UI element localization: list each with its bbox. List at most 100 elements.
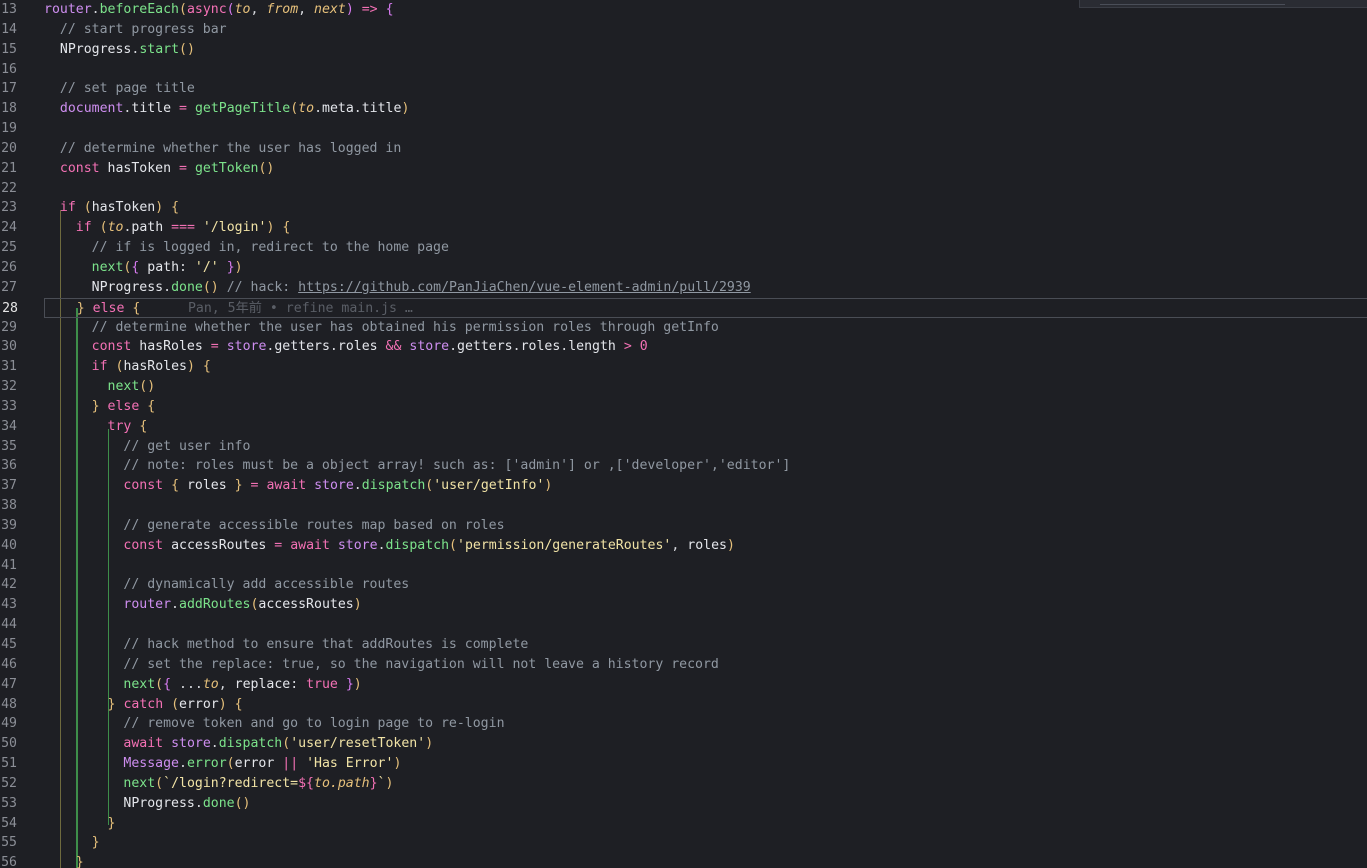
line-number: 41 (1, 557, 17, 573)
code-line[interactable]: 39 // generate accessible routes map bas… (0, 516, 1367, 536)
line-number: 44 (1, 617, 17, 633)
code-line[interactable]: 53 NProgress.done() (0, 794, 1367, 814)
line-text: router.beforeEach(async(to, from, next) … (44, 2, 394, 17)
code-line[interactable]: 30 const hasRoles = store.getters.roles … (0, 337, 1367, 357)
code-line[interactable]: 55 } (0, 833, 1367, 853)
line-number: 18 (1, 101, 17, 117)
line-text: // dynamically add accessible routes (123, 577, 410, 593)
line-number: 34 (1, 418, 17, 434)
line-number: 35 (1, 438, 17, 454)
code-line[interactable]: 14 // start progress bar (0, 20, 1367, 40)
line-number: 31 (1, 359, 17, 375)
code-line[interactable]: 42 // dynamically add accessible routes (0, 575, 1367, 595)
line-text: if (hasRoles) { (91, 359, 211, 375)
code-line[interactable]: 25 // if is logged in, redirect to the h… (0, 238, 1367, 258)
line-text: NProgress.done() (123, 795, 251, 811)
code-line[interactable]: 22 (0, 179, 1367, 199)
code-line[interactable]: 44 (0, 615, 1367, 635)
line-number: 20 (1, 140, 17, 156)
line-text: // determine whether the user has obtain… (91, 319, 719, 335)
line-text: // start progress bar (59, 21, 227, 37)
code-line[interactable]: 19 (0, 119, 1367, 139)
line-text: NProgress.start() (59, 41, 195, 57)
code-line[interactable]: 28 } else { Pan, 5年前 • refine main.js … (2, 297, 1367, 318)
line-number: 39 (1, 517, 17, 533)
code-line[interactable]: 13 router.beforeEach(async(to, from, next… (0, 0, 1367, 20)
code-line[interactable]: 16 (0, 60, 1367, 80)
line-number: 32 (1, 379, 17, 395)
code-line[interactable]: 48 } catch (error) { (0, 695, 1367, 715)
code-line[interactable]: 23 if (hasToken) { (0, 198, 1367, 218)
code-line[interactable]: 35 // get user info (0, 437, 1367, 457)
line-number: 23 (1, 200, 17, 216)
line-number: 24 (1, 220, 17, 236)
line-text: next({ ...to, replace: true }) (123, 676, 362, 692)
line-text: Message.error(error || 'Has Error') (123, 756, 402, 772)
code-line[interactable]: 15 NProgress.start() (0, 40, 1367, 60)
line-text: router.addRoutes(accessRoutes) (123, 597, 362, 613)
code-line[interactable]: 47 next({ ...to, replace: true }) (0, 675, 1367, 695)
line-number: 37 (1, 478, 17, 494)
line-number: 22 (1, 180, 17, 196)
code-line[interactable]: 43 router.addRoutes(accessRoutes) (0, 595, 1367, 615)
code-line[interactable]: 17 // set page title (0, 79, 1367, 99)
code-line[interactable]: 18 document.title = getPageTitle(to.meta… (0, 99, 1367, 119)
line-number: 13 (1, 2, 17, 17)
line-number: 51 (1, 756, 17, 772)
line-text: // generate accessible routes map based … (123, 517, 505, 533)
line-text: // determine whether the user has logged… (59, 140, 402, 156)
code-line[interactable]: 26 next({ path: '/' }) (0, 258, 1367, 278)
line-number: 40 (1, 537, 17, 553)
line-number: 52 (1, 775, 17, 791)
code-editor[interactable]: 13 router.beforeEach(async(to, from, next… (0, 0, 1367, 868)
code-line[interactable]: 29 // determine whether the user has obt… (0, 318, 1367, 338)
line-number: 29 (1, 319, 17, 335)
code-line[interactable]: 21 const hasToken = getToken() (0, 159, 1367, 179)
line-text: } (107, 815, 116, 831)
git-blame-annotation: Pan, 5年前 • refine main.js … (140, 300, 413, 316)
line-number: 36 (1, 458, 17, 474)
line-number: 45 (1, 637, 17, 652)
line-number: 49 (1, 716, 17, 732)
code-line[interactable]: 56 } (0, 853, 1367, 868)
line-text: } (75, 855, 84, 868)
code-line[interactable]: 46 // set the replace: true, so the navi… (0, 655, 1367, 675)
line-number: 27 (1, 279, 17, 295)
code-line[interactable]: 31 if (hasRoles) { (0, 357, 1367, 377)
code-line[interactable]: 27 NProgress.done() // hack: https://git… (0, 278, 1367, 298)
line-text: // note: roles must be a object array! s… (123, 458, 791, 474)
line-number: 16 (1, 61, 17, 77)
line-text: next() (107, 379, 156, 395)
line-text: next(`/login?redirect=${to.path}`) (123, 775, 394, 791)
code-line[interactable]: 24 if (to.path === '/login') { (0, 218, 1367, 238)
line-text: if (hasToken) { (59, 200, 180, 216)
line-number: 28 (2, 300, 18, 316)
code-line[interactable]: 38 (0, 496, 1367, 516)
code-line[interactable]: 32 next() (0, 377, 1367, 397)
code-line[interactable]: 52 next(`/login?redirect=${to.path}`) (0, 774, 1367, 794)
line-number: 26 (1, 259, 17, 275)
line-text: } else { (91, 398, 156, 414)
line-text: } (91, 835, 100, 851)
code-lines[interactable]: 13 router.beforeEach(async(to, from, next… (0, 0, 1367, 868)
code-line[interactable]: 41 (0, 556, 1367, 576)
code-line[interactable]: 49 // remove token and go to login page … (0, 714, 1367, 734)
code-line[interactable]: 40 const accessRoutes = await store.disp… (0, 536, 1367, 556)
line-number: 17 (1, 81, 17, 97)
code-line[interactable]: 34 try { (0, 417, 1367, 437)
code-line[interactable]: 20 // determine whether the user has log… (0, 139, 1367, 159)
code-line[interactable]: 54 } (0, 814, 1367, 834)
line-text: // set page title (59, 81, 195, 97)
code-line[interactable]: 45 // hack method to ensure that addRout… (0, 635, 1367, 655)
code-line[interactable]: 33 } else { (0, 397, 1367, 417)
code-line[interactable]: 36 // note: roles must be a object array… (0, 456, 1367, 476)
line-number: 47 (1, 676, 17, 692)
line-number: 38 (1, 498, 17, 514)
line-number: 56 (1, 855, 17, 868)
code-line[interactable]: 37 const { roles } = await store.dispatc… (0, 476, 1367, 496)
code-line[interactable]: 50 await store.dispatch('user/resetToken… (0, 734, 1367, 754)
line-text: const { roles } = await store.dispatch('… (123, 478, 553, 494)
line-text: // set the replace: true, so the navigat… (123, 656, 719, 672)
code-line[interactable]: 51 Message.error(error || 'Has Error') (0, 754, 1367, 774)
line-number: 30 (1, 339, 17, 355)
